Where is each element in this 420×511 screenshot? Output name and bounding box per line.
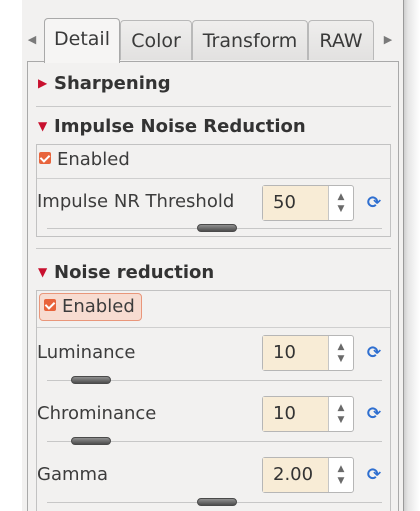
tab-scroll-right-icon[interactable]: ▶: [380, 30, 396, 50]
noise-enabled-checkbox[interactable]: Enabled: [39, 293, 142, 321]
chrominance-slider-handle[interactable]: [71, 437, 111, 445]
tab-raw[interactable]: RAW: [308, 20, 374, 60]
spin-down-icon[interactable]: ▼: [329, 203, 353, 215]
section-header-noise-reduction[interactable]: ▼ Noise reduction: [38, 259, 214, 285]
gamma-label: Gamma: [37, 464, 109, 485]
tab-transform[interactable]: Transform: [192, 20, 308, 60]
chrominance-spinbox[interactable]: 10 ▲ ▼: [262, 396, 354, 432]
section-header-sharpening[interactable]: ▶ Sharpening: [38, 70, 171, 96]
section-divider: [36, 106, 391, 107]
reset-icon[interactable]: ⟳: [364, 465, 384, 485]
section-title: Impulse Noise Reduction: [54, 116, 306, 137]
gamma-spinbox[interactable]: 2.00 ▲ ▼: [262, 457, 354, 493]
spin-down-icon[interactable]: ▼: [329, 353, 353, 365]
spin-value[interactable]: 50: [263, 186, 329, 220]
checkbox-label: Enabled: [62, 296, 135, 317]
reset-icon[interactable]: ⟳: [364, 404, 384, 424]
spin-down-icon[interactable]: ▼: [329, 414, 353, 426]
collapse-arrow-icon[interactable]: ▼: [38, 259, 50, 285]
chrominance-label: Chrominance: [37, 403, 157, 424]
section-header-impulse-nr[interactable]: ▼ Impulse Noise Reduction: [38, 113, 306, 139]
spin-arrows[interactable]: ▲ ▼: [329, 336, 353, 370]
checkbox-checked-icon: [44, 299, 56, 311]
tab-color[interactable]: Color: [120, 20, 192, 60]
section-title: Noise reduction: [54, 262, 215, 283]
noise-reduction-frame: Enabled Luminance 10 ▲ ▼ ⟳ Chrominance 10…: [36, 290, 391, 511]
tab-scroll-left-icon[interactable]: ◀: [24, 30, 40, 50]
reset-icon[interactable]: ⟳: [364, 193, 384, 213]
spin-up-icon[interactable]: ▲: [329, 191, 353, 203]
tool-panel: ◀ Detail Color Transform RAW ▶ ▶ Sharpeni…: [22, 0, 404, 511]
tab-detail[interactable]: Detail: [44, 18, 120, 63]
section-divider: [36, 248, 391, 249]
impulse-threshold-slider-handle[interactable]: [197, 224, 237, 232]
spin-value[interactable]: 10: [263, 397, 329, 431]
impulse-nr-frame: Enabled Impulse NR Threshold 50 ▲ ▼ ⟳: [36, 144, 391, 237]
checkbox-checked-icon: [39, 152, 51, 164]
tab-bar: ◀ Detail Color Transform RAW ▶: [22, 18, 403, 63]
impulse-threshold-label: Impulse NR Threshold: [37, 191, 235, 212]
reset-icon[interactable]: ⟳: [364, 343, 384, 363]
spin-value[interactable]: 10: [263, 336, 329, 370]
impulse-threshold-spinbox[interactable]: 50 ▲ ▼: [262, 185, 354, 221]
gamma-slider-handle[interactable]: [197, 498, 237, 506]
collapse-arrow-icon[interactable]: ▼: [38, 113, 50, 139]
luminance-spinbox[interactable]: 10 ▲ ▼: [262, 335, 354, 371]
spin-arrows[interactable]: ▲ ▼: [329, 458, 353, 492]
checkbox-label: Enabled: [57, 149, 130, 170]
frame-divider: [37, 327, 390, 328]
spin-arrows[interactable]: ▲ ▼: [329, 397, 353, 431]
luminance-label: Luminance: [37, 342, 136, 363]
spin-value[interactable]: 2.00: [263, 458, 329, 492]
spin-up-icon[interactable]: ▲: [329, 402, 353, 414]
section-title: Sharpening: [54, 73, 171, 94]
spin-arrows[interactable]: ▲ ▼: [329, 186, 353, 220]
spin-up-icon[interactable]: ▲: [329, 463, 353, 475]
detail-tab-content: ▶ Sharpening ▼ Impulse Noise Reduction Ena…: [27, 61, 399, 511]
spin-up-icon[interactable]: ▲: [329, 341, 353, 353]
luminance-slider-handle[interactable]: [71, 376, 111, 384]
expand-arrow-icon[interactable]: ▶: [38, 70, 50, 96]
spin-down-icon[interactable]: ▼: [329, 475, 353, 487]
window-shadow: [403, 0, 420, 511]
frame-divider: [37, 178, 390, 179]
impulse-enabled-checkbox[interactable]: Enabled: [39, 147, 130, 173]
